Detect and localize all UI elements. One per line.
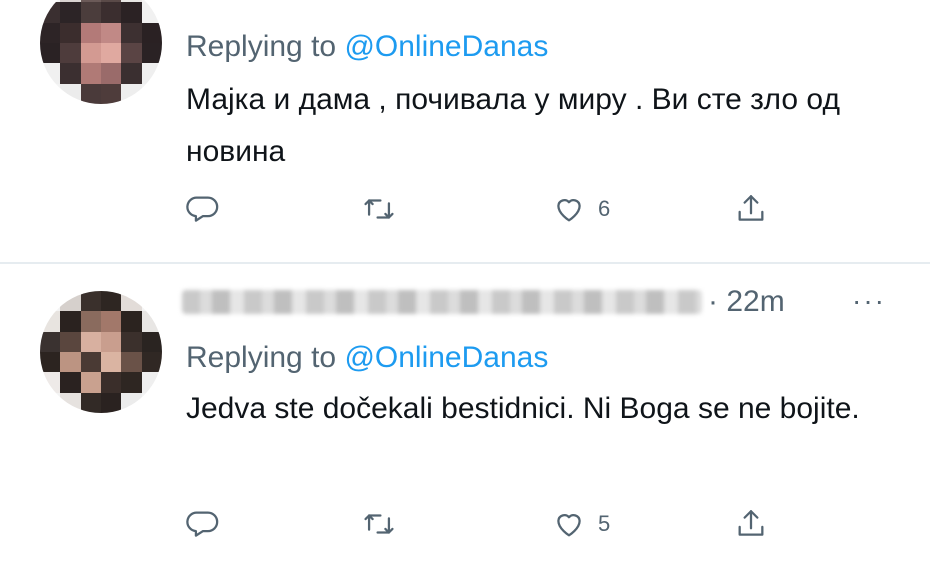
like-count: 5 (598, 511, 611, 536)
more-dots-icon: ··· (852, 285, 886, 316)
retweet-icon (364, 199, 394, 219)
tweet-time[interactable]: · 22m (708, 285, 785, 319)
replying-to: Replying to @OnlineDanas (186, 30, 548, 64)
replying-handle-link[interactable]: @OnlineDanas (344, 341, 548, 374)
tweet-2[interactable]: · 22m ··· Replying to @OnlineDanas Jedva… (0, 263, 930, 563)
like-button[interactable]: 6 (552, 192, 610, 226)
tweet-actions: 5 (186, 507, 786, 547)
replying-prefix: Replying to (186, 341, 337, 374)
tweet-header: · 22m (182, 285, 785, 319)
replying-prefix: Replying to (186, 30, 337, 63)
avatar[interactable] (40, 291, 162, 413)
share-button[interactable] (734, 507, 768, 541)
more-options-button[interactable]: ··· (852, 285, 886, 317)
blurred-username[interactable] (182, 290, 702, 314)
heart-icon (557, 199, 581, 222)
comment-bubble-icon (186, 196, 219, 222)
tweet-1[interactable]: · 21m Replying to @OnlineDanas Мајка и д… (0, 0, 930, 262)
heart-icon (557, 514, 581, 537)
tweet-text: Jedva ste dočekali bestidnici. Ni Boga s… (186, 392, 860, 425)
replying-handle-link[interactable]: @OnlineDanas (344, 30, 548, 63)
comment-bubble-icon (186, 511, 219, 537)
retweet-icon (364, 514, 394, 534)
replying-to: Replying to @OnlineDanas (186, 341, 548, 375)
retweet-button[interactable] (362, 507, 396, 541)
reply-button[interactable] (186, 192, 220, 226)
share-button[interactable] (734, 192, 768, 226)
like-count: 6 (598, 196, 611, 221)
retweet-button[interactable] (362, 192, 396, 226)
like-button[interactable]: 5 (552, 507, 610, 541)
reply-button[interactable] (186, 507, 220, 541)
share-icon (738, 510, 764, 536)
tweet-actions: 6 (186, 192, 786, 232)
tweet-text: Мајка и дама , почивала у миру . Ви сте … (186, 83, 840, 168)
share-icon (738, 195, 764, 221)
avatar[interactable] (40, 0, 162, 104)
